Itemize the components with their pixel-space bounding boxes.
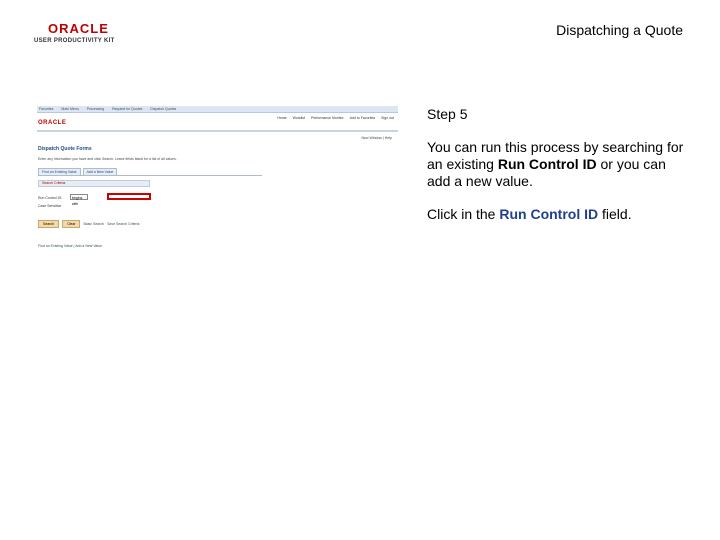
nav-signout[interactable]: Sign out (381, 116, 394, 122)
logo-product: USER PRODUCTIVITY KIT (34, 38, 115, 44)
tab-underline (38, 175, 262, 176)
oracle-upk-logo: ORACLE USER PRODUCTIVITY KIT (34, 22, 134, 44)
screenshot-nav: Home Worklist Performance Monitor Add to… (37, 113, 398, 122)
desc-keyword: Run Control ID (497, 156, 597, 172)
nav-performance[interactable]: Performance Monitor (311, 116, 344, 122)
case-sensitive-checkbox[interactable]: Case Sensitive (38, 204, 61, 208)
step-number: Step 5 (427, 106, 468, 122)
document-title: Dispatching a Quote (556, 22, 683, 38)
nav-home[interactable]: Home (277, 116, 286, 122)
step-instructions: Step 5 You can run this process by searc… (427, 106, 687, 239)
action-keyword: Run Control ID (499, 206, 599, 222)
action-text: Click in the (427, 206, 500, 222)
screenshot-footer-links[interactable]: Find an Existing Value | Add a New Value (38, 244, 102, 248)
save-search-link[interactable]: Save Search Criteria (107, 222, 139, 226)
logo-brand: ORACLE (48, 21, 109, 36)
run-control-operator[interactable]: begins with (70, 194, 88, 206)
screenshot-logo: ORACLE (38, 120, 67, 126)
search-criteria-header[interactable]: Search Criteria (38, 180, 150, 187)
run-control-id-field-highlight[interactable] (107, 193, 151, 200)
search-button[interactable]: Search (38, 220, 60, 228)
application-screenshot: Favorites Main Menu Processing Request f… (37, 106, 398, 256)
menu-processing[interactable]: Processing (87, 107, 104, 111)
action-text-end: field. (598, 206, 632, 222)
menu-dispatch[interactable]: Dispatch Quotes (150, 107, 176, 111)
screenshot-buttons: Search Clear Basic Search Save Search Cr… (38, 220, 139, 228)
screenshot-page-title: Dispatch Quote Forms (38, 146, 92, 152)
clear-button[interactable]: Clear (62, 220, 81, 228)
screenshot-menu-bar: Favorites Main Menu Processing Request f… (37, 106, 398, 113)
menu-rfq[interactable]: Request for Quotes (112, 107, 142, 111)
step-action: Click in the Run Control ID field. (427, 206, 687, 223)
nav-favorites[interactable]: Add to Favorites (350, 116, 375, 122)
screenshot-instructions: Enter any information you have and click… (38, 157, 177, 161)
menu-favorites[interactable]: Favorites (39, 107, 53, 111)
run-control-label: Run Control ID: (38, 196, 63, 200)
header-divider (37, 130, 398, 132)
basic-search-link[interactable]: Basic Search (83, 222, 104, 226)
screenshot-subnav[interactable]: New Window | Help (362, 136, 392, 140)
step-description: You can run this process by searching fo… (427, 139, 687, 190)
nav-worklist[interactable]: Worklist (293, 116, 305, 122)
menu-main[interactable]: Main Menu (61, 107, 78, 111)
